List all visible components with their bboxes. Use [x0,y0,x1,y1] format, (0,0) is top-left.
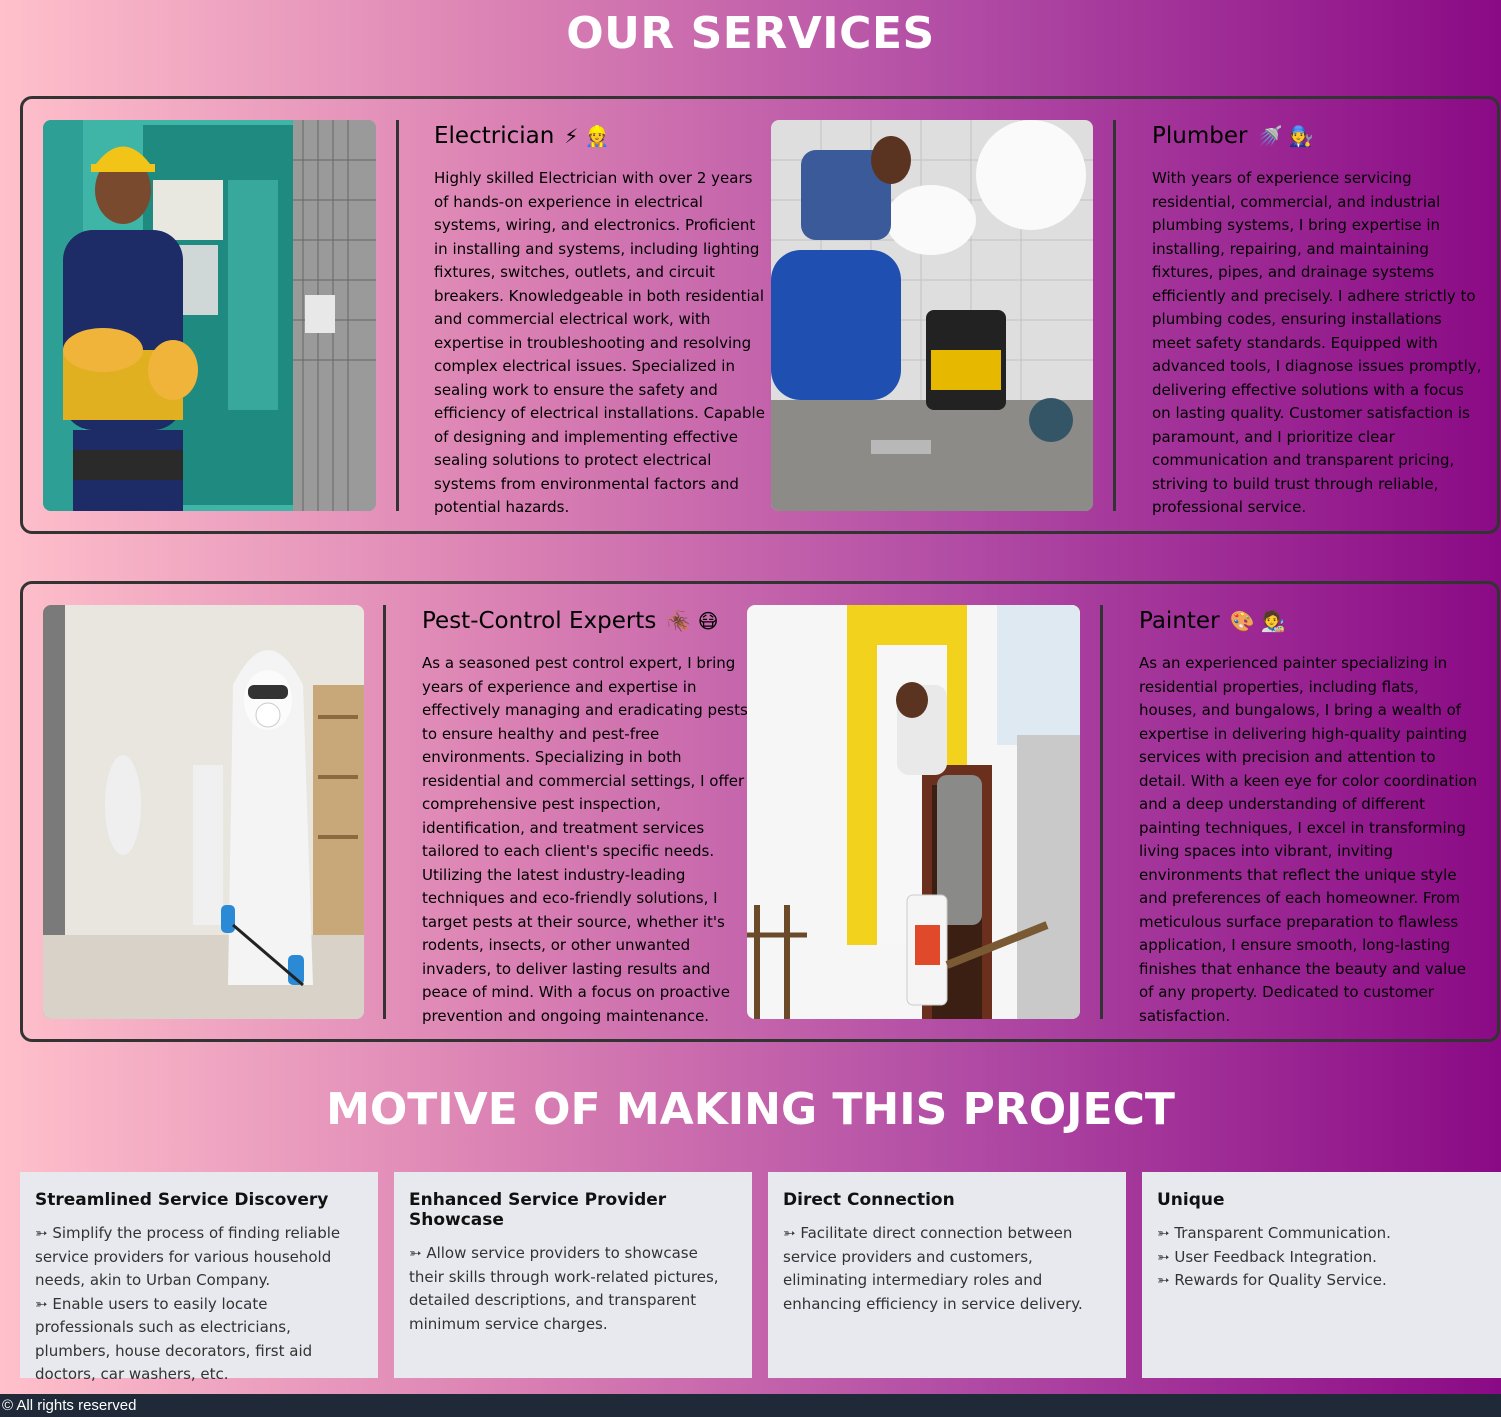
plumber-description: With years of experience servicing resid… [1152,169,1482,516]
motive-point: ➳ Simplify the process of finding reliab… [35,1224,341,1289]
motive-heading: MOTIVE OF MAKING THIS PROJECT [326,1084,1175,1135]
pest-control-photo [43,605,364,1019]
divider-1 [396,120,399,511]
motive-card-title: Direct Connection [783,1190,955,1210]
pest-control-description: As a seasoned pest control expert, I bri… [422,654,748,1025]
motive-card-title: Enhanced Service Provider Showcase [409,1190,667,1230]
footer: © All rights reserved [0,1394,1501,1417]
motive-card-showcase: Enhanced Service Provider Showcase ➳ All… [394,1172,752,1378]
electrician-title: Electrician ⚡ 👷 [434,123,610,149]
motive-point: ➳ Enable users to easily locate professi… [35,1294,313,1384]
motive-point: ➳ Rewards for Quality Service. [1157,1271,1387,1289]
motive-card-discovery: Streamlined Service Discovery ➳ Simplify… [20,1172,378,1383]
electrician-description: Highly skilled Electrician with over 2 y… [434,169,765,516]
electrician-photo [43,120,376,511]
pest-control-emoji-icon: 🪳 😷 [666,609,719,633]
plumber-title: Plumber 🚿 🧑‍🔧 [1152,123,1314,149]
electrician-title-text: Electrician [434,123,555,149]
motive-point: ➳ User Feedback Integration. [1157,1247,1377,1266]
motive-point: ➳ Transparent Communication. [1157,1224,1391,1242]
pest-control-title-text: Pest-Control Experts [422,608,657,634]
plumber-title-text: Plumber [1152,123,1248,149]
painter-description: As an experienced painter specializing i… [1139,654,1478,1025]
motive-point: ➳ Facilitate direct connection between s… [783,1224,1083,1313]
painter-title-text: Painter [1139,608,1220,634]
motive-card-unique: Unique ➳ Transparent Communication. ➳ Us… [1142,1172,1501,1378]
pest-control-title: Pest-Control Experts 🪳 😷 [422,608,718,634]
divider-4 [1100,605,1103,1019]
painter-photo [747,605,1080,1019]
electrician-emoji-icon: ⚡ 👷 [564,124,610,148]
plumber-photo [771,120,1093,511]
footer-copyright: © All rights reserved [2,1397,137,1414]
plumber-emoji-icon: 🚿 🧑‍🔧 [1257,124,1314,148]
divider-2 [1113,120,1116,511]
divider-3 [383,605,386,1019]
motive-card-title: Streamlined Service Discovery [35,1190,329,1210]
painter-title: Painter 🎨 🧑‍🎨 [1139,608,1286,634]
motive-card-direct-connection: Direct Connection ➳ Facilitate direct co… [768,1172,1126,1378]
motive-card-title: Unique [1157,1190,1225,1210]
services-heading: OUR SERVICES [566,8,935,59]
motive-point: ➳ Allow service providers to showcase th… [409,1244,719,1333]
painter-emoji-icon: 🎨 🧑‍🎨 [1229,609,1286,633]
